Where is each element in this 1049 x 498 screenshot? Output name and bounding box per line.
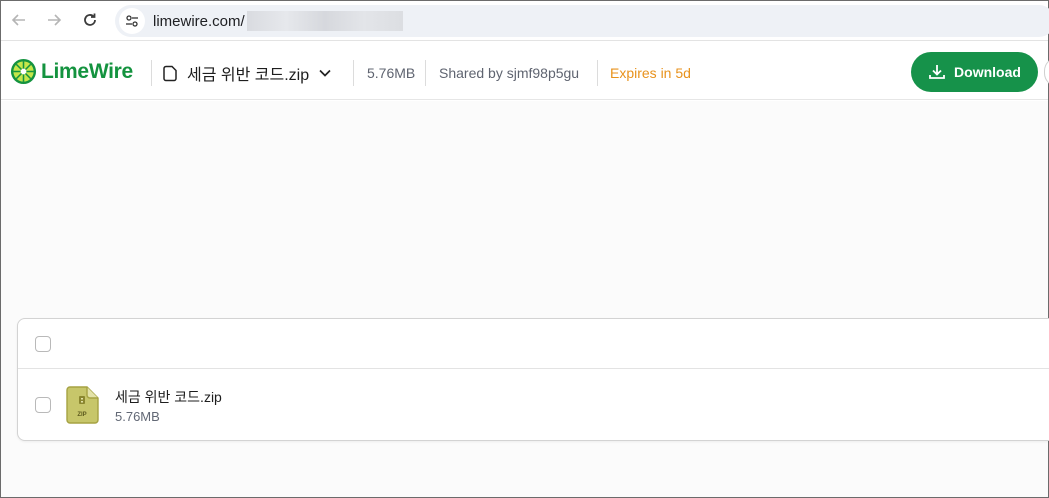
- chevron-down-icon: [319, 69, 331, 77]
- file-name: 세금 위반 코드.zip: [187, 67, 310, 84]
- arrow-right-icon: [48, 14, 62, 26]
- divider: [425, 60, 426, 86]
- select-all-checkbox[interactable]: [35, 336, 51, 352]
- limewire-logo-icon: [10, 58, 37, 85]
- shared-by: Shared by sjmf98p5gu: [439, 65, 580, 81]
- reload-button[interactable]: [79, 9, 101, 31]
- divider: [151, 60, 152, 86]
- forward-button[interactable]: [43, 9, 65, 31]
- limewire-header: LimeWire 세금 위반 코드.zip 5.76MB Shared by s…: [1, 45, 1049, 100]
- download-icon: [929, 65, 945, 79]
- row-file-size: 5.76MB: [115, 409, 160, 424]
- url-text[interactable]: limewire.com/: [153, 13, 245, 30]
- row-file-name[interactable]: 세금 위반 코드.zip: [115, 387, 222, 407]
- site-info-button[interactable]: [119, 8, 145, 34]
- table-header: [18, 319, 1049, 369]
- zip-label: ZIP: [77, 412, 86, 418]
- main-content: ZIP 세금 위반 코드.zip 5.76MB: [1, 101, 1049, 497]
- more-button[interactable]: [1044, 57, 1049, 87]
- divider: [353, 60, 354, 86]
- file-name-dropdown[interactable]: 세금 위반 코드.zip: [163, 60, 331, 86]
- table-row[interactable]: ZIP 세금 위반 코드.zip 5.76MB: [18, 369, 1049, 441]
- file-icon: [163, 65, 177, 81]
- reload-icon: [84, 13, 96, 26]
- row-checkbox[interactable]: [35, 397, 51, 413]
- download-label: Download: [954, 64, 1021, 80]
- download-button[interactable]: Download: [911, 52, 1038, 92]
- zip-file-icon: ZIP: [64, 385, 100, 430]
- browser-toolbar: limewire.com/: [1, 1, 1049, 41]
- file-list: ZIP 세금 위반 코드.zip 5.76MB: [17, 318, 1049, 441]
- address-bar[interactable]: limewire.com/: [115, 5, 1049, 37]
- url-redacted: [246, 11, 403, 31]
- divider: [597, 60, 598, 86]
- brand-name: LimeWire: [41, 59, 133, 83]
- expiry-text: Expires in 5d: [610, 65, 691, 81]
- back-button[interactable]: [8, 9, 30, 31]
- limewire-logo[interactable]: LimeWire: [10, 58, 133, 85]
- tune-icon: [126, 15, 138, 27]
- arrow-left-icon: [11, 14, 25, 26]
- file-size: 5.76MB: [367, 65, 416, 81]
